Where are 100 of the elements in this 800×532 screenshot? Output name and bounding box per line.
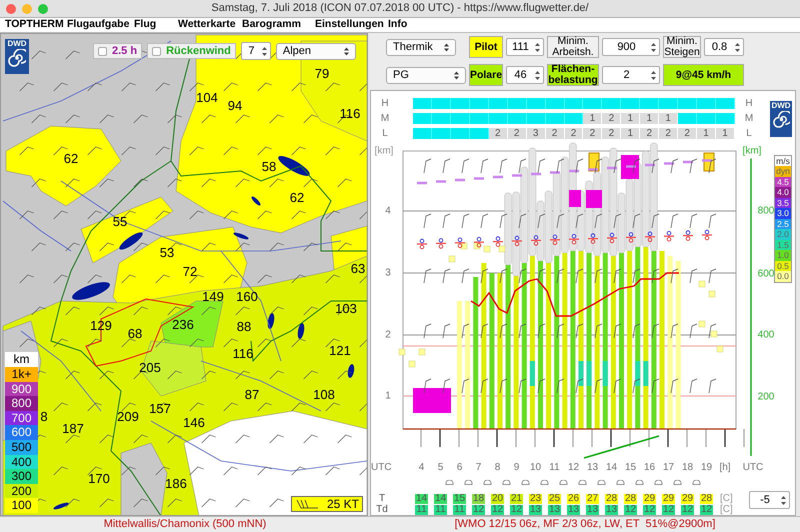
cloud-cover-value: 2 [640,128,660,138]
legend-swatch: 3.5 [775,198,791,208]
map-value-label: 170 [88,472,110,486]
cloud-cover-value: 1 [583,112,602,124]
legend-swatch: 2.5 [775,218,791,229]
stepper-arrows-icon[interactable] [650,68,657,82]
temperature-value: 15 [452,494,466,504]
hour-label: 16 [642,460,656,474]
menu-item[interactable]: Flugaufgabe [67,17,134,33]
clear-sky-cell [546,112,564,124]
legend-swatch: 4.5 [775,176,791,187]
logo-text: DWD [771,101,791,111]
stepper-arrows-icon[interactable] [534,40,541,54]
cloud-level-label: M [380,112,390,126]
pilot-spinner[interactable]: 111 [506,38,544,56]
cloud-cover-value: 2 [583,128,602,138]
menu-item[interactable]: Flug [134,17,178,33]
map-value-label: 149 [202,290,224,304]
stepper-arrows-icon[interactable] [734,40,741,54]
clear-sky-cell [678,112,698,124]
checkbox-label: 2.5 h [112,44,138,59]
clear-sky-cell [432,98,451,108]
clear-sky-cell [470,128,489,138]
cloud-base-icon [635,480,644,485]
temperature-value: 13 [586,504,600,514]
polar-label: Polare [469,64,503,86]
clear-sky-cell [659,98,678,108]
clear-sky-cell [450,98,470,108]
temperature-value: 11 [415,504,428,514]
time-unit: [h] [718,460,732,474]
glider-select[interactable]: PG [386,66,466,84]
legend-swatch: 1.0 [775,250,791,260]
min-work-spinner[interactable]: 900 [602,38,660,56]
menu-item[interactable]: TOPTHERM [5,17,67,33]
checkbox[interactable] [152,46,162,56]
step-spinner[interactable]: 7 [240,42,271,60]
menu-item[interactable]: Wetterkarte [178,17,242,33]
temperature-value: 11 [453,504,466,514]
temperature-value: 12 [662,504,676,514]
map-value-label: 108 [313,388,335,402]
clear-sky-cell [716,98,735,108]
map-value-label: 8 [40,410,48,424]
clear-sky-cell [564,112,584,124]
mode-select[interactable]: Thermik [386,38,456,56]
polar-spinner[interactable]: 46 [506,66,544,84]
map-value-label: 205 [139,361,161,375]
hour-label: 17 [662,460,676,474]
hour-label: 15 [624,460,638,474]
stepper-arrows-icon[interactable] [650,40,657,54]
temperature-value: 12 [472,504,486,514]
offset-spinner[interactable]: -5 [749,491,790,509]
temperature-value: 28 [700,494,714,504]
checkbox[interactable] [98,46,107,56]
clear-sky-cell [697,112,716,124]
wing-load-spinner[interactable]: 2 [602,66,660,84]
hour-label: 9 [512,460,520,474]
row-label: Td [375,503,389,517]
time-axis-label: UTC [371,460,389,474]
cloud-level-label: H [380,96,390,110]
temperature-value: 28 [604,494,618,504]
cloud-level-label: M [744,112,754,126]
clear-sky-cell [526,98,546,108]
clear-sky-cell [564,98,584,108]
menu-item[interactable]: Barogramm [242,17,315,33]
temperature-value: 11 [434,504,447,514]
temperature-value: 12 [490,504,504,514]
cloud-cover-value: 2 [659,128,678,138]
temperature-value: 28 [624,494,638,504]
map-value-label: 63 [350,262,366,276]
clear-sky-cell [546,98,564,108]
map-value-label: 72 [182,265,198,279]
hour-label: 4 [418,460,426,474]
hour-label: 10 [528,460,542,474]
stepper-arrows-icon[interactable] [534,68,541,82]
hour-label: 6 [456,460,464,474]
legend-swatch: 900 [5,382,38,396]
cloud-cover-value: 2 [564,128,584,138]
temperature-value: 13 [566,504,580,514]
temperature-value: 27 [586,494,600,504]
region-select[interactable]: Alpen [276,42,356,60]
clear-sky-cell [602,98,622,108]
stepper-arrows-icon[interactable] [260,44,268,58]
cloud-cover-value: 3 [526,128,546,138]
menu-item[interactable]: Einstellungen [315,17,388,33]
stepper-arrows-icon[interactable] [780,494,787,506]
time-axis-label: UTC [742,460,764,474]
cloud-base-icon [483,480,492,485]
cloud-base-icon [502,480,511,485]
wind-reading: 9@45 km/h [663,64,744,86]
cloud-base-icon [559,480,568,485]
map-value-label: 157 [149,402,171,416]
temperature-value: 26 [566,494,580,504]
menu-item[interactable]: Info [388,17,428,33]
temperature-value: 20 [490,494,504,504]
checkbox-option[interactable]: 2.5 h [93,43,142,59]
min-climb-spinner[interactable]: 0.8 [704,38,744,56]
cloud-level-label: L [745,126,753,140]
clear-sky-cell [508,112,527,124]
legend-swatch: dyn [775,166,791,176]
wing-load-label: Flächen-belastung [547,64,599,86]
